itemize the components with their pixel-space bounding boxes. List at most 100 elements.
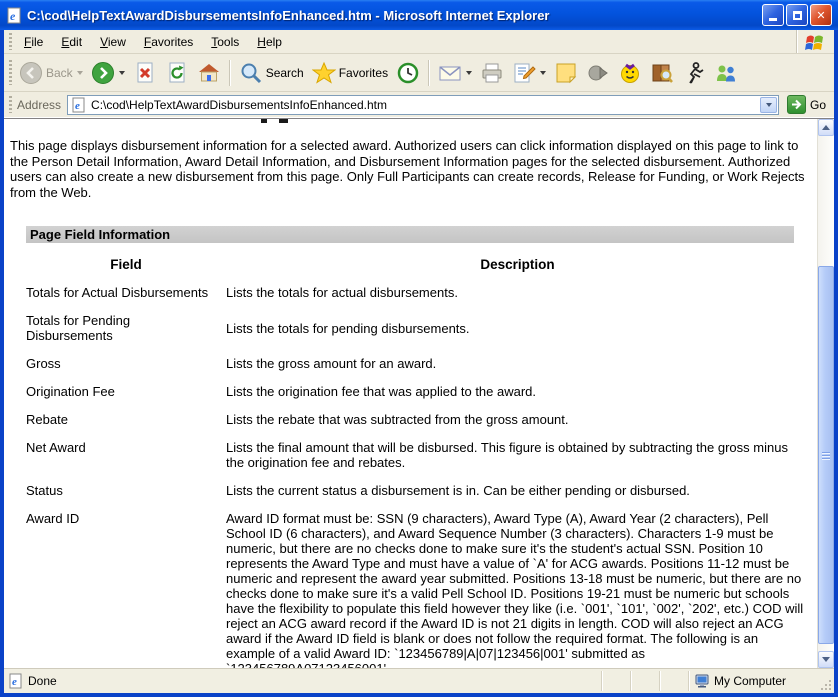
table-row: Status Lists the current status a disbur… xyxy=(26,483,813,498)
field-name: Award ID xyxy=(26,511,80,526)
field-description: Award ID format must be: SSN (9 characte… xyxy=(226,511,804,668)
favorites-label: Favorites xyxy=(338,65,389,80)
stop-button[interactable] xyxy=(129,58,161,88)
resize-grip[interactable] xyxy=(818,669,834,693)
section-header: Page Field Information xyxy=(26,226,794,243)
chevron-up-icon xyxy=(822,125,830,130)
address-dropdown-button[interactable] xyxy=(759,96,777,113)
menu-bar: File Edit View Favorites Tools Help xyxy=(4,30,834,54)
menubar-separator xyxy=(796,30,798,53)
menu-view[interactable]: View xyxy=(91,32,135,52)
table-row: Totals for Pending Disbursements Lists t… xyxy=(26,313,813,343)
field-name: Gross xyxy=(26,356,61,371)
msn-messenger-button[interactable] xyxy=(710,58,742,88)
status-bar: e Done My Computer xyxy=(4,668,834,693)
scrollbar-track[interactable] xyxy=(818,136,834,651)
menu-help[interactable]: Help xyxy=(248,32,291,52)
menu-tools[interactable]: Tools xyxy=(202,32,248,52)
table-column-headers: Field Description xyxy=(26,257,809,272)
address-input[interactable]: e C:\cod\HelpTextAwardDisbursementsInfoE… xyxy=(67,94,779,115)
scrollbar-thumb[interactable] xyxy=(818,266,834,644)
my-computer-icon xyxy=(695,674,709,688)
document-page: This page displays disbursement informat… xyxy=(4,119,817,668)
field-name: Rebate xyxy=(26,412,68,427)
browser-window: e C:\cod\HelpTextAwardDisbursementsInfoE… xyxy=(0,0,838,697)
back-dropdown-icon[interactable] xyxy=(76,70,83,75)
printer-icon xyxy=(482,63,502,82)
clipped-heading-remnant xyxy=(279,119,288,123)
home-button[interactable] xyxy=(193,58,225,88)
field-name: Origination Fee xyxy=(26,384,115,399)
forward-button[interactable] xyxy=(87,58,129,88)
edit-button[interactable] xyxy=(508,58,550,88)
media-icon xyxy=(588,65,608,80)
back-arrow-icon xyxy=(20,61,42,84)
scroll-up-button[interactable] xyxy=(818,119,834,136)
search-button[interactable]: Search xyxy=(235,58,308,88)
field-name: Totals for Actual Disbursements xyxy=(26,285,209,300)
title-bar: e C:\cod\HelpTextAwardDisbursementsInfoE… xyxy=(0,0,838,30)
scroll-down-button[interactable] xyxy=(818,651,834,668)
table-row: Rebate Lists the rebate that was subtrac… xyxy=(26,412,813,427)
go-button[interactable]: Go xyxy=(779,95,832,114)
toolbar-grip[interactable] xyxy=(9,59,12,86)
status-text: Done xyxy=(28,674,57,688)
search-icon xyxy=(241,63,261,83)
field-name: Totals for Pending Disbursements xyxy=(26,313,131,343)
mail-button[interactable] xyxy=(434,58,476,88)
field-description: Lists the totals for pending disbursemen… xyxy=(226,320,470,336)
table-row: Totals for Actual Disbursements Lists th… xyxy=(26,285,813,300)
yahoo-smiley-icon xyxy=(621,63,640,83)
menu-file[interactable]: File xyxy=(15,32,52,52)
field-table: Totals for Actual Disbursements Lists th… xyxy=(26,285,813,668)
favorites-star-icon xyxy=(311,61,336,84)
book-search-icon xyxy=(652,64,674,83)
maximize-button[interactable] xyxy=(786,4,808,26)
forward-arrow-icon xyxy=(91,61,114,84)
menu-favorites[interactable]: Favorites xyxy=(135,32,202,52)
close-button[interactable]: ✕ xyxy=(810,4,832,26)
window-title: C:\cod\HelpTextAwardDisbursementsInfoEnh… xyxy=(27,7,550,23)
media-button[interactable] xyxy=(582,58,614,88)
minimize-button[interactable] xyxy=(762,4,784,26)
field-description: Lists the final amount that will be disb… xyxy=(226,440,788,470)
svg-text:e: e xyxy=(75,100,80,112)
ie-page-icon: e xyxy=(9,673,22,689)
forward-dropdown-icon[interactable] xyxy=(118,70,125,75)
menu-edit[interactable]: Edit xyxy=(52,32,91,52)
yahoo-messenger-button[interactable] xyxy=(614,58,646,88)
field-name: Status xyxy=(26,483,63,498)
research-button[interactable] xyxy=(646,58,678,88)
running-man-icon xyxy=(689,61,704,83)
statusbar-pane xyxy=(661,669,688,693)
refresh-icon xyxy=(169,62,185,82)
favorites-button[interactable]: Favorites xyxy=(308,58,392,88)
back-button[interactable]: Back xyxy=(15,58,87,88)
toolbar-separator xyxy=(428,59,431,86)
table-row: Net Award Lists the final amount that wi… xyxy=(26,440,813,470)
go-arrow-icon xyxy=(791,99,802,110)
edit-dropdown-icon[interactable] xyxy=(540,70,547,75)
print-button[interactable] xyxy=(476,58,508,88)
field-description: Lists the totals for actual disbursement… xyxy=(226,285,458,300)
clipped-heading-remnant xyxy=(261,119,267,123)
two-people-icon xyxy=(717,65,736,81)
addressbar-grip[interactable] xyxy=(9,95,12,114)
menubar-grip[interactable] xyxy=(9,33,12,50)
grip-dots-icon xyxy=(821,680,831,690)
search-label: Search xyxy=(265,65,304,80)
history-clock-icon xyxy=(397,62,419,83)
refresh-button[interactable] xyxy=(161,58,193,88)
discuss-button[interactable] xyxy=(550,58,582,88)
address-label: Address xyxy=(17,97,62,112)
table-row: Origination Fee Lists the origination fe… xyxy=(26,384,813,399)
maximize-icon xyxy=(792,10,802,20)
field-description: Lists the gross amount for an award. xyxy=(226,356,437,371)
windows-logo-icon xyxy=(805,35,823,50)
security-zone-text: My Computer xyxy=(714,674,787,688)
aim-button[interactable] xyxy=(678,58,710,88)
mail-dropdown-icon[interactable] xyxy=(466,70,473,75)
history-button[interactable] xyxy=(392,58,424,88)
security-zone-pane: My Computer xyxy=(690,669,818,693)
vertical-scrollbar[interactable] xyxy=(817,119,834,668)
